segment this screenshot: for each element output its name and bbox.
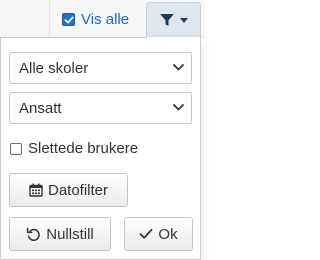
filter-dropdown-panel: Alle skoler Ansatt Slettede brukere Dato… (0, 37, 201, 260)
reset-button[interactable]: Nullstill (9, 217, 111, 251)
show-all-toggle[interactable]: Vis alle (62, 9, 129, 29)
ok-button[interactable]: Ok (124, 217, 193, 251)
chevron-down-icon (173, 104, 184, 111)
deleted-users-checkbox[interactable] (10, 142, 22, 155)
deleted-users-label: Slettede brukere (28, 140, 139, 157)
check-icon (139, 228, 153, 240)
show-all-checkbox[interactable] (62, 12, 75, 26)
calendar-icon (29, 183, 43, 197)
reset-label: Nullstill (46, 225, 94, 243)
toolbar: Vis alle (0, 0, 205, 38)
filter-icon (160, 14, 174, 26)
checkmark-icon (64, 15, 74, 23)
date-filter-label: Datofilter (47, 181, 109, 199)
show-all-label: Vis alle (81, 10, 130, 28)
role-select[interactable]: Ansatt (9, 92, 192, 124)
school-select[interactable]: Alle skoler (9, 52, 192, 84)
ok-label: Ok (158, 225, 178, 243)
chevron-down-icon (173, 64, 184, 71)
panel-top-border (1, 37, 147, 38)
school-select-value: Alle skoler (19, 59, 89, 77)
toolbar-divider (49, 0, 50, 38)
date-filter-button[interactable]: Datofilter (9, 173, 128, 207)
undo-icon (26, 227, 41, 242)
caret-down-icon (180, 17, 188, 23)
role-select-value: Ansatt (19, 99, 62, 117)
deleted-users-toggle[interactable]: Slettede brukere (10, 140, 138, 157)
filter-button[interactable] (146, 2, 201, 37)
